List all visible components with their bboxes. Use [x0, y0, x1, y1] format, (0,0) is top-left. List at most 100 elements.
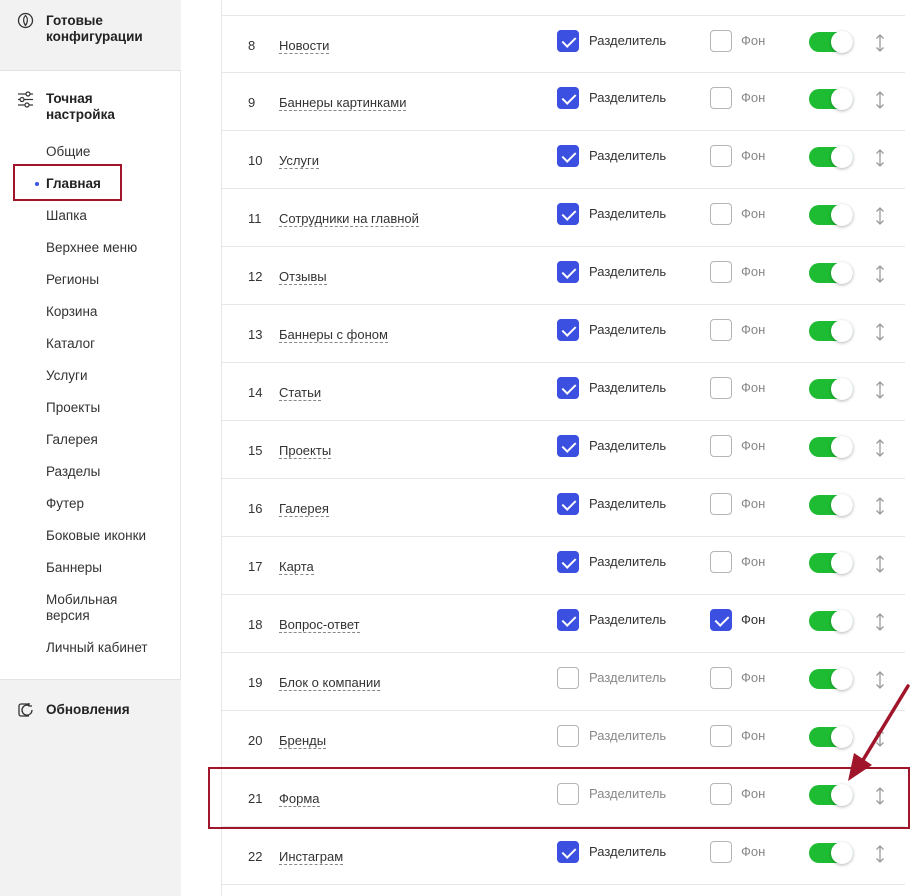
enable-toggle[interactable]: [809, 552, 853, 574]
sidebar-item[interactable]: Футер: [46, 496, 84, 512]
block-name-link[interactable]: Вопрос-ответ: [279, 617, 360, 633]
block-name-link[interactable]: Баннеры картинками: [279, 95, 407, 111]
background-checkbox[interactable]: [710, 841, 732, 863]
background-checkbox[interactable]: [710, 30, 732, 52]
separator-checkbox[interactable]: [557, 377, 579, 399]
separator-label: Разделитель: [589, 90, 667, 105]
drag-handle-icon[interactable]: [872, 263, 888, 285]
separator-checkbox[interactable]: [557, 30, 579, 52]
refresh-icon: [18, 703, 33, 717]
block-name-link[interactable]: Статьи: [279, 385, 322, 401]
separator-checkbox[interactable]: [557, 725, 579, 747]
table-row: 15 Проекты Разделитель Фон: [222, 421, 905, 479]
enable-toggle[interactable]: [809, 378, 853, 400]
row-number: 14: [248, 385, 263, 400]
enable-toggle[interactable]: [809, 610, 853, 632]
background-checkbox[interactable]: [710, 87, 732, 109]
enable-toggle[interactable]: [809, 262, 853, 284]
enable-toggle[interactable]: [809, 436, 853, 458]
table-row: 13 Баннеры с фоном Разделитель Фон: [222, 305, 905, 363]
separator-label: Разделитель: [589, 554, 667, 569]
sidebar: Готовые конфигурации Точная настройка Об…: [0, 0, 181, 896]
background-checkbox[interactable]: [710, 725, 732, 747]
enable-toggle[interactable]: [809, 31, 853, 53]
drag-handle-icon[interactable]: [872, 147, 888, 169]
sidebar-section-updates[interactable]: Обновления: [0, 679, 181, 896]
drag-handle-icon[interactable]: [872, 553, 888, 575]
sidebar-item[interactable]: Личный кабинет: [46, 640, 148, 656]
block-name-link[interactable]: Баннеры с фоном: [279, 327, 388, 343]
background-label: Фон: [741, 148, 766, 163]
toggle-knob: [831, 204, 853, 226]
sidebar-item[interactable]: Услуги: [46, 368, 88, 384]
drag-handle-icon[interactable]: [872, 321, 888, 343]
enable-toggle[interactable]: [809, 204, 853, 226]
enable-toggle[interactable]: [809, 320, 853, 342]
sidebar-item[interactable]: Корзина: [46, 304, 97, 320]
enable-toggle[interactable]: [809, 146, 853, 168]
table-row: 10 Услуги Разделитель Фон: [222, 131, 905, 189]
highlight-box-main-item: [13, 164, 122, 201]
block-name-link[interactable]: Блок о компании: [279, 675, 381, 691]
sidebar-item[interactable]: Каталог: [46, 336, 95, 352]
separator-checkbox[interactable]: [557, 319, 579, 341]
separator-checkbox[interactable]: [557, 145, 579, 167]
block-name-link[interactable]: Услуги: [279, 153, 319, 169]
separator-checkbox[interactable]: [557, 841, 579, 863]
sidebar-item[interactable]: Верхнее меню: [46, 240, 137, 256]
block-name-link[interactable]: Проекты: [279, 443, 332, 459]
block-name-link[interactable]: Новости: [279, 38, 330, 54]
drag-handle-icon[interactable]: [872, 89, 888, 111]
block-name-link[interactable]: Сотрудники на главной: [279, 211, 419, 227]
sidebar-item[interactable]: Регионы: [46, 272, 99, 288]
sidebar-item[interactable]: Шапка: [46, 208, 87, 224]
block-name-link[interactable]: Инстаграм: [279, 849, 344, 865]
drag-handle-icon[interactable]: [872, 611, 888, 633]
enable-toggle[interactable]: [809, 88, 853, 110]
background-checkbox[interactable]: [710, 203, 732, 225]
sidebar-item[interactable]: Мобильная версия: [46, 592, 136, 624]
drag-handle-icon[interactable]: [872, 495, 888, 517]
drag-handle-icon[interactable]: [872, 32, 888, 54]
sidebar-item[interactable]: Баннеры: [46, 560, 102, 576]
background-checkbox[interactable]: [710, 435, 732, 457]
background-checkbox[interactable]: [710, 145, 732, 167]
separator-checkbox[interactable]: [557, 203, 579, 225]
background-checkbox[interactable]: [710, 551, 732, 573]
table-row: 14 Статьи Разделитель Фон: [222, 363, 905, 421]
enable-toggle[interactable]: [809, 494, 853, 516]
separator-checkbox[interactable]: [557, 667, 579, 689]
background-checkbox[interactable]: [710, 319, 732, 341]
separator-checkbox[interactable]: [557, 551, 579, 573]
sidebar-item[interactable]: Проекты: [46, 400, 100, 416]
sidebar-item[interactable]: Боковые иконки: [46, 528, 146, 544]
background-checkbox[interactable]: [710, 667, 732, 689]
block-name-link[interactable]: Карта: [279, 559, 314, 575]
separator-label: Разделитель: [589, 844, 667, 859]
drag-handle-icon[interactable]: [872, 437, 888, 459]
table-row: 9 Баннеры картинками Разделитель Фон: [222, 73, 905, 131]
separator-checkbox[interactable]: [557, 435, 579, 457]
drag-handle-icon[interactable]: [872, 205, 888, 227]
block-name-link[interactable]: Галерея: [279, 501, 329, 517]
separator-checkbox[interactable]: [557, 87, 579, 109]
sidebar-section-ready-configs[interactable]: Готовые конфигурации: [0, 0, 181, 71]
background-checkbox[interactable]: [710, 261, 732, 283]
sidebar-item[interactable]: Общие: [46, 144, 90, 160]
background-checkbox[interactable]: [710, 493, 732, 515]
separator-checkbox[interactable]: [557, 261, 579, 283]
enable-toggle[interactable]: [809, 842, 853, 864]
separator-checkbox[interactable]: [557, 493, 579, 515]
block-name-link[interactable]: Бренды: [279, 733, 327, 749]
background-checkbox[interactable]: [710, 377, 732, 399]
block-name-link[interactable]: Отзывы: [279, 269, 327, 285]
sidebar-fine-tune-label[interactable]: Точная настройка: [46, 91, 146, 123]
table-row: 18 Вопрос-ответ Разделитель Фон: [222, 595, 905, 653]
separator-checkbox[interactable]: [557, 609, 579, 631]
separator-label: Разделитель: [589, 206, 667, 221]
background-checkbox[interactable]: [710, 609, 732, 631]
drag-handle-icon[interactable]: [872, 843, 888, 865]
sidebar-item[interactable]: Разделы: [46, 464, 100, 480]
sidebar-item[interactable]: Галерея: [46, 432, 98, 448]
drag-handle-icon[interactable]: [872, 379, 888, 401]
